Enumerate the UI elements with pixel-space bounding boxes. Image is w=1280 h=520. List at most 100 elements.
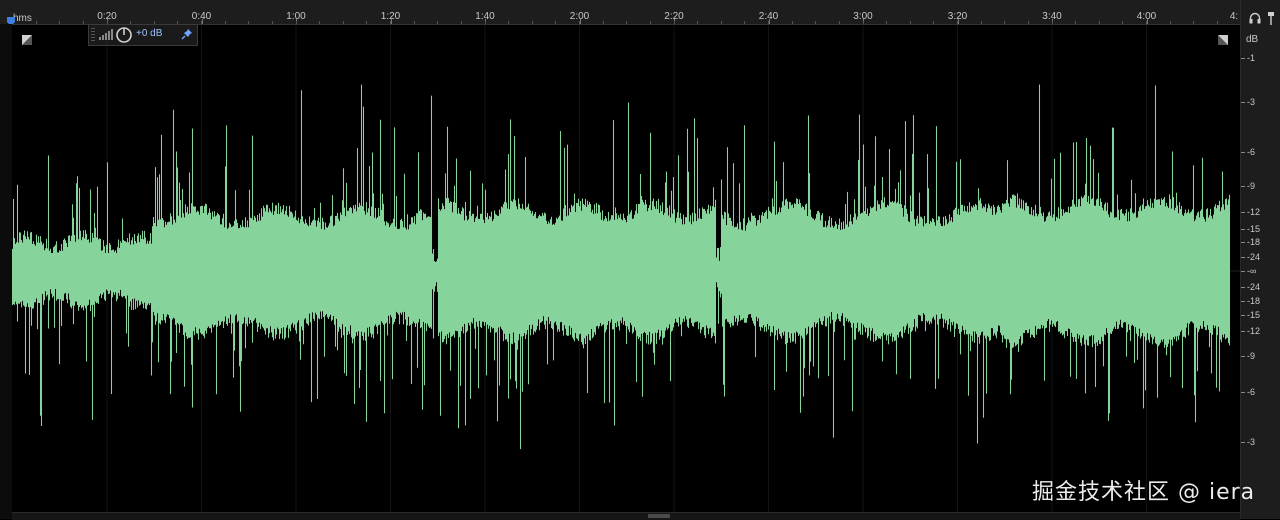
- pin-icon[interactable]: [181, 28, 193, 40]
- ruler-minor-tick: [626, 21, 627, 24]
- ruler-minor-tick: [697, 21, 698, 24]
- headphones-icon[interactable]: [1249, 12, 1261, 24]
- db-scale-label: -6: [1247, 387, 1256, 397]
- ruler-minor-tick: [603, 21, 604, 24]
- db-scale-label: -1: [1247, 53, 1256, 63]
- db-scale-label: -3: [1247, 437, 1256, 447]
- db-scale-label: -15: [1247, 224, 1261, 234]
- db-scale-tick: [1241, 442, 1245, 443]
- db-scale-tick: [1241, 58, 1245, 59]
- ruler-minor-tick: [721, 21, 722, 24]
- db-scale-tick: [1241, 229, 1245, 230]
- ruler-minor-tick: [815, 21, 816, 24]
- volume-knob-icon[interactable]: [115, 26, 133, 44]
- ruler-minor-tick: [201, 21, 202, 24]
- ruler-minor-tick: [768, 21, 769, 24]
- ruler-minor-tick: [461, 21, 462, 24]
- waveform-body: [722, 231, 1002, 311]
- db-scale-label: -24: [1247, 282, 1261, 292]
- ruler-minor-tick: [1170, 21, 1171, 24]
- waveform-body: [12, 253, 152, 289]
- ruler-minor-tick: [36, 21, 37, 24]
- volume-value[interactable]: +0 dB: [136, 28, 162, 39]
- db-scale-label: -24: [1247, 252, 1261, 262]
- db-scale-label: -9: [1247, 351, 1256, 361]
- ruler-minor-tick: [792, 21, 793, 24]
- ruler-minor-tick: [650, 21, 651, 24]
- db-scale-tick: [1241, 271, 1245, 272]
- ruler-minor-tick: [390, 21, 391, 24]
- db-scale-tick: [1241, 392, 1245, 393]
- ruler-minor-tick: [839, 21, 840, 24]
- db-scale-tick: [1241, 315, 1245, 316]
- marker-pin-icon[interactable]: [1267, 12, 1275, 25]
- db-scale-label: -18: [1247, 296, 1261, 306]
- db-scale-label: -12: [1247, 207, 1261, 217]
- ruler-minor-tick: [674, 21, 675, 24]
- ruler-minor-tick: [1099, 21, 1100, 24]
- db-scale-tick: [1241, 287, 1245, 288]
- zoom-in-corner-icon[interactable]: [1218, 35, 1228, 45]
- hud-grip-handle[interactable]: [91, 28, 95, 42]
- db-scale-tick: [1241, 356, 1245, 357]
- ruler-minor-tick: [1028, 21, 1029, 24]
- ruler-minor-tick: [414, 21, 415, 24]
- zoom-out-corner-icon[interactable]: [22, 35, 32, 45]
- ruler-minor-tick: [248, 21, 249, 24]
- ruler-minor-tick: [555, 21, 556, 24]
- ruler-minor-tick: [1075, 21, 1076, 24]
- db-scale-tick: [1241, 331, 1245, 332]
- ruler-minor-tick: [933, 21, 934, 24]
- db-scale-unit: dB: [1246, 34, 1259, 45]
- signal-level-icon: [99, 29, 113, 40]
- ruler-minor-tick: [343, 21, 344, 24]
- db-scale-label: -9: [1247, 181, 1256, 191]
- ruler-minor-tick: [579, 21, 580, 24]
- ruler-minor-tick: [437, 21, 438, 24]
- ruler-minor-tick: [272, 21, 273, 24]
- heads-up-display[interactable]: +0 dB: [88, 24, 198, 46]
- waveform-svg: [12, 25, 1240, 516]
- ruler-minor-tick: [1193, 21, 1194, 24]
- ruler-minor-tick: [1146, 21, 1147, 24]
- timeline-ruler[interactable]: hms 0:20 0:40 1:00 1:20 1:40 2:00 2:20 2:40 3:00…: [0, 0, 1242, 25]
- db-scale-label: -6: [1247, 147, 1256, 157]
- ruler-time-label: 4:: [1229, 11, 1239, 22]
- ruler-minor-tick: [1004, 21, 1005, 24]
- db-scale-tick: [1241, 152, 1245, 153]
- db-scale-tick: [1241, 186, 1245, 187]
- db-scale-tick: [1241, 242, 1245, 243]
- waveform-body: [1002, 231, 1226, 311]
- db-scale-tick: [1241, 212, 1245, 213]
- ruler-minor-tick: [910, 21, 911, 24]
- ruler-minor-tick: [319, 21, 320, 24]
- waveform-body: [152, 231, 432, 311]
- db-scale-tick: [1241, 102, 1245, 103]
- db-scale-tick: [1241, 257, 1245, 258]
- ruler-minor-tick: [1052, 21, 1053, 24]
- db-scale-label: -∞: [1247, 266, 1257, 276]
- ruler-minor-tick: [1217, 21, 1218, 24]
- ruler-minor-tick: [744, 21, 745, 24]
- db-scale-tick: [1241, 301, 1245, 302]
- db-scale-label: -15: [1247, 310, 1261, 320]
- amplitude-scale-panel: dB -1 -3 -6 -9 -12 -15 -18 -24 -∞ -24 -18 -15 -12 -9 -…: [1240, 0, 1280, 519]
- ruler-minor-tick: [296, 21, 297, 24]
- ruler-minor-tick: [225, 21, 226, 24]
- watermark-text: 掘金技术社区 @ iera: [1032, 480, 1256, 505]
- ruler-minor-tick: [59, 21, 60, 24]
- waveform-display[interactable]: [12, 25, 1240, 516]
- scrollbar-handle[interactable]: [648, 514, 670, 518]
- ruler-minor-tick: [532, 21, 533, 24]
- ruler-minor-tick: [981, 21, 982, 24]
- ruler-minor-tick: [863, 21, 864, 24]
- ruler-minor-tick: [957, 21, 958, 24]
- ruler-minor-tick: [886, 21, 887, 24]
- db-scale-label: -12: [1247, 326, 1261, 336]
- waveform-body: [438, 231, 716, 311]
- ruler-minor-tick: [83, 21, 84, 24]
- db-scale-label: -3: [1247, 97, 1256, 107]
- db-scale-label: -18: [1247, 237, 1261, 247]
- ruler-minor-tick: [1122, 21, 1123, 24]
- ruler-minor-tick: [508, 21, 509, 24]
